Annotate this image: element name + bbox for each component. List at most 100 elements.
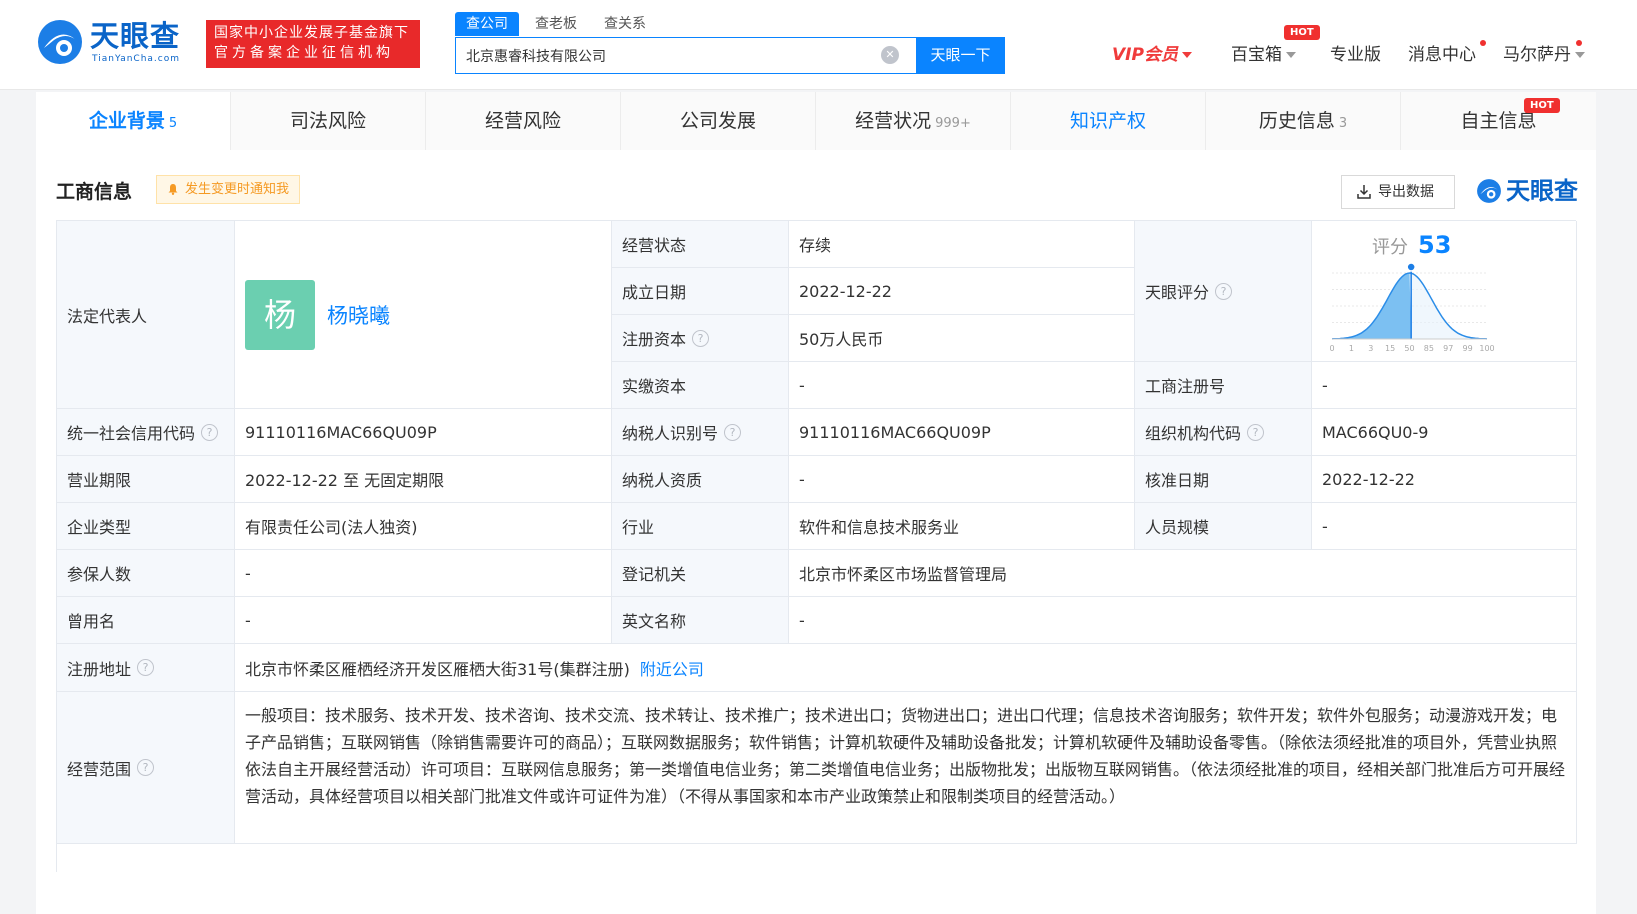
found-label: 成立日期 <box>612 268 789 315</box>
search-tab-boss[interactable]: 查老板 <box>535 12 577 36</box>
search-box: ✕ <box>455 37 917 74</box>
paid-capital-label: 实缴资本 <box>612 362 789 409</box>
org-code-value: MAC66QU0-9 <box>1312 409 1577 456</box>
staff-label: 人员规模 <box>1135 503 1312 550</box>
score-tick-label: 0 <box>1329 344 1334 353</box>
tab-development[interactable]: 公司发展 <box>621 92 816 150</box>
help-icon[interactable]: ? <box>724 423 742 441</box>
former-name-value: - <box>235 597 612 644</box>
bell-icon <box>168 184 178 195</box>
chevron-down-icon <box>1181 52 1192 58</box>
authority-label: 登记机关 <box>612 550 789 597</box>
reg-no-label: 工商注册号 <box>1135 362 1312 409</box>
notify-label: 发生变更时通知我 <box>185 182 290 197</box>
score-tick-label: 100 <box>1479 344 1494 353</box>
industry-value: 软件和信息技术服务业 <box>789 503 1135 550</box>
chevron-down-icon <box>1286 52 1296 58</box>
help-icon[interactable]: ? <box>137 659 155 676</box>
taxpayer-qual-value: - <box>789 456 1135 503</box>
help-icon[interactable]: ? <box>692 329 710 347</box>
legal-rep-cell: 杨 杨晓曦 <box>235 221 612 409</box>
reg-capital-value: 50万人民币 <box>789 315 1135 362</box>
company-tabs: 企业背景 5 司法风险 经营风险 公司发展 经营状况 999+ 知识产权 历史信息 3… <box>36 92 1596 150</box>
user-dot <box>1576 40 1582 46</box>
help-icon[interactable]: ? <box>1247 423 1265 441</box>
score-tick-label: 15 <box>1385 344 1395 353</box>
toolbox-menu[interactable]: 百宝箱 <box>1231 42 1296 68</box>
score-tick-label: 85 <box>1424 344 1434 353</box>
english-name-value: - <box>789 597 1577 644</box>
tab-ip[interactable]: 知识产权 <box>1011 92 1206 150</box>
status-value: 存续 <box>789 221 1135 268</box>
taxpayer-qual-label: 纳税人资质 <box>612 456 789 503</box>
help-icon[interactable]: ? <box>1215 282 1233 300</box>
vip-label: VIP会员 <box>1112 45 1178 65</box>
vip-menu[interactable]: VIP会员 <box>1112 42 1192 68</box>
score-distribution-chart: 0 1 3 15 50 85 97 99 100 <box>1329 262 1495 353</box>
tianyancha-logo[interactable]: 天眼查 TianYanCha.com <box>36 18 192 68</box>
help-icon[interactable]: ? <box>137 759 155 776</box>
score-label-cell: 天眼评分? <box>1135 221 1312 362</box>
tab-judicial-risk[interactable]: 司法风险 <box>231 92 426 150</box>
legal-rep-label: 法定代表人 <box>57 221 235 409</box>
authority-value: 北京市怀柔区市场监督管理局 <box>789 550 1577 597</box>
address-cell: 北京市怀柔区雁栖经济开发区雁栖大街31号(集群注册) 附近公司 <box>235 644 1577 692</box>
taxpayer-id-label-cell: 纳税人识别号? <box>612 409 789 456</box>
scope-label-cell: 经营范围? <box>57 692 235 844</box>
help-icon[interactable]: ? <box>201 423 219 441</box>
address-value: 北京市怀柔区雁栖经济开发区雁栖大街31号(集群注册) <box>245 659 630 679</box>
insured-value: - <box>235 550 612 597</box>
score-tick-label: 50 <box>1404 344 1414 353</box>
avatar: 杨 <box>245 279 315 350</box>
user-menu[interactable]: 马尔萨丹 <box>1503 42 1585 68</box>
tab-operation-status[interactable]: 经营状况 999+ <box>816 92 1011 150</box>
gov-badge-line2: 官方备案企业征信机构 <box>214 45 394 61</box>
score-area-fill <box>1332 273 1412 339</box>
legal-rep-name-link[interactable]: 杨晓曦 <box>327 300 390 330</box>
approve-value: 2022-12-22 <box>1312 456 1577 503</box>
status-label: 经营状态 <box>612 221 789 268</box>
export-icon <box>1357 185 1371 199</box>
top-header: 天眼查 TianYanCha.com 国家中小企业发展子基金旗下 官方备案企业征… <box>0 0 1637 90</box>
logo-name: 天眼查 <box>90 19 181 53</box>
term-label: 营业期限 <box>57 456 235 503</box>
pro-link[interactable]: 专业版 <box>1330 42 1381 68</box>
nearby-companies-link[interactable]: 附近公司 <box>640 656 704 680</box>
score-marker-dot <box>1406 262 1416 272</box>
score-tick-label: 1 <box>1349 344 1354 353</box>
section-title: 工商信息 <box>56 181 133 203</box>
found-value: 2022-12-22 <box>789 268 1135 315</box>
gov-badge-line1: 国家中小企业发展子基金旗下 <box>214 25 409 41</box>
export-label: 导出数据 <box>1378 184 1434 200</box>
export-button[interactable]: 导出数据 <box>1341 175 1455 209</box>
type-value: 有限责任公司(法人独资) <box>235 503 612 550</box>
former-name-label: 曾用名 <box>57 597 235 644</box>
search-input[interactable] <box>466 46 866 66</box>
tab-background[interactable]: 企业背景 5 <box>36 92 231 150</box>
english-name-label: 英文名称 <box>612 597 789 644</box>
search-tab-relation[interactable]: 查关系 <box>604 12 646 36</box>
insured-label: 参保人数 <box>57 550 235 597</box>
brand-eye-icon <box>1477 179 1501 203</box>
logo-eye-icon <box>38 20 82 64</box>
tab-operation-risk[interactable]: 经营风险 <box>426 92 621 150</box>
credit-code-label-cell: 统一社会信用代码? <box>57 409 235 456</box>
address-label-cell: 注册地址? <box>57 644 235 692</box>
chevron-down-icon <box>1575 52 1585 58</box>
credit-code-value: 91110116MAC66QU09P <box>235 409 612 456</box>
notify-button[interactable]: 发生变更时通知我 <box>156 175 301 204</box>
clear-icon[interactable]: ✕ <box>881 46 899 64</box>
term-value: 2022-12-22 至 无固定期限 <box>235 456 612 503</box>
approve-label: 核准日期 <box>1135 456 1312 503</box>
message-center-link[interactable]: 消息中心 <box>1408 42 1476 68</box>
scope-value: 一般项目：技术服务、技术开发、技术咨询、技术交流、技术转让、技术推广；技术进出口… <box>235 692 1577 844</box>
logo-domain: TianYanCha.com <box>92 54 181 64</box>
reg-no-value: - <box>1312 362 1577 409</box>
search-button[interactable]: 天眼一下 <box>916 37 1005 74</box>
score-cell[interactable]: 评分 53 0 1 3 15 50 85 97 99 100 <box>1312 221 1577 362</box>
gov-badge: 国家中小企业发展子基金旗下 官方备案企业征信机构 <box>206 20 420 68</box>
tab-self-info[interactable]: 自主信息 <box>1401 92 1596 150</box>
score-tick-label: 99 <box>1463 344 1473 353</box>
search-tab-company[interactable]: 查公司 <box>455 12 519 36</box>
tab-history[interactable]: 历史信息 3 <box>1206 92 1401 150</box>
